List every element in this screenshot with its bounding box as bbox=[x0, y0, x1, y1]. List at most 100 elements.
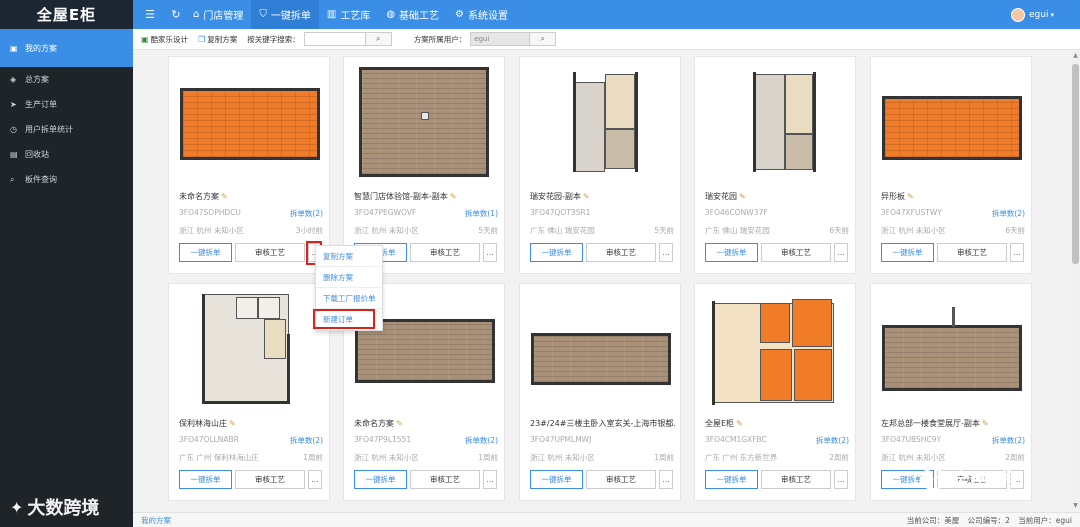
breadcrumb[interactable]: 我的方案 bbox=[141, 515, 171, 526]
refresh-icon[interactable]: ↻ bbox=[167, 8, 185, 21]
floorplan-thumbnail[interactable] bbox=[174, 289, 324, 411]
more-button[interactable]: ... bbox=[659, 243, 673, 262]
card-code: 3FO47SOPHDCU bbox=[179, 208, 241, 217]
split-count-link[interactable]: 拆单数(2) bbox=[465, 435, 498, 446]
nav-system-settings[interactable]: ⚙ 系统设置 bbox=[447, 0, 516, 29]
one-click-split-button[interactable]: 一键拆单 bbox=[354, 470, 407, 489]
card-time: 5天前 bbox=[654, 226, 674, 235]
split-count-link[interactable]: 拆单数(2) bbox=[290, 435, 323, 446]
keyword-search-label: 按关键字搜索： bbox=[247, 34, 300, 44]
edit-icon[interactable]: ✎ bbox=[583, 192, 590, 201]
split-count-link[interactable]: 拆单数(2) bbox=[992, 435, 1025, 446]
edit-icon[interactable]: ✎ bbox=[450, 192, 457, 201]
floorplan-thumbnail[interactable] bbox=[876, 62, 1026, 184]
one-click-split-button[interactable]: 一键拆单 bbox=[881, 243, 934, 262]
floorplan-thumbnail[interactable] bbox=[700, 62, 850, 184]
sidebar-item-board-query[interactable]: ⌕ 板件查询 bbox=[0, 167, 133, 192]
menu-icon[interactable]: ☰ bbox=[141, 8, 159, 21]
scroll-up-icon[interactable]: ▲ bbox=[1072, 52, 1079, 60]
edit-icon[interactable]: ✎ bbox=[396, 419, 403, 428]
sidebar-item-production-orders[interactable]: ➤ 生产订单 bbox=[0, 92, 133, 117]
plan-card[interactable]: 保利林海山庄 ✎ 3FO47OLLNABR 拆单数(2) 广东 广州 保利林海山庄… bbox=[168, 283, 330, 501]
audit-process-button[interactable]: 审核工艺 bbox=[586, 243, 656, 262]
one-click-split-button[interactable]: 一键拆单 bbox=[530, 470, 583, 489]
more-button[interactable]: ... bbox=[483, 470, 497, 489]
scroll-down-icon[interactable]: ▼ bbox=[1072, 502, 1079, 510]
audit-process-button[interactable]: 审核工艺 bbox=[761, 243, 831, 262]
split-count-link[interactable]: 拆单数(2) bbox=[290, 208, 323, 219]
sidebar-item-my-plans[interactable]: ▣ 我的方案 bbox=[0, 29, 133, 67]
floorplan-thumbnail[interactable] bbox=[525, 289, 675, 411]
split-count-link[interactable]: 拆单数(2) bbox=[816, 435, 849, 446]
more-button[interactable]: ... bbox=[834, 243, 848, 262]
sidebar-item-recycle-bin[interactable]: ▤ 回收站 bbox=[0, 142, 133, 167]
audit-process-button[interactable]: 审核工艺 bbox=[235, 243, 305, 262]
edit-icon[interactable]: ✎ bbox=[221, 192, 228, 201]
plan-card[interactable]: 瑞安花园-副本 ✎ 3FO47QOT35R1 广东 佛山 瑞安花园 5天前 一键拆… bbox=[519, 56, 681, 274]
owner-input[interactable]: egui bbox=[470, 32, 531, 46]
app-logo[interactable]: 全屋E柜 bbox=[0, 0, 133, 29]
nav-one-click-split[interactable]: ⛉ 一键拆单 bbox=[251, 0, 319, 29]
floorplan-thumbnail[interactable] bbox=[349, 62, 499, 184]
one-click-split-button[interactable]: 一键拆单 bbox=[705, 470, 758, 489]
scroll-thumb[interactable] bbox=[1072, 64, 1079, 264]
palette-icon: ◍ bbox=[386, 9, 396, 20]
more-button[interactable]: ... bbox=[659, 470, 673, 489]
split-count-link[interactable]: 拆单数(2) bbox=[992, 208, 1025, 219]
floorplan-thumbnail[interactable] bbox=[700, 289, 850, 411]
edit-icon[interactable]: ✎ bbox=[736, 419, 743, 428]
keyword-search-input[interactable] bbox=[303, 32, 366, 46]
card-time: 1周前 bbox=[303, 453, 323, 462]
audit-process-button[interactable]: 审核工艺 bbox=[235, 470, 305, 489]
audit-process-button[interactable]: 审核工艺 bbox=[761, 470, 831, 489]
audit-process-button[interactable]: 审核工艺 bbox=[410, 470, 480, 489]
more-button[interactable]: ... bbox=[308, 470, 322, 489]
nav-basic-process[interactable]: ◍ 基础工艺 bbox=[378, 0, 447, 29]
card-title: 左邦总部一楼食堂展厅-副本 ✎ bbox=[881, 419, 989, 428]
floorplan-thumbnail[interactable] bbox=[876, 289, 1026, 411]
sidebar-item-all-plans[interactable]: ◈ 总方案 bbox=[0, 67, 133, 92]
kujiale-design-link[interactable]: ▣ 酷家乐设计 bbox=[141, 34, 188, 45]
edit-icon[interactable]: ✎ bbox=[739, 192, 746, 201]
copy-plan-link[interactable]: ❐ 复制方案 bbox=[198, 34, 237, 45]
plan-card[interactable]: 23#/24#三楼主卧入室玄关-上海市银都... 3FO47UPMLMWJ 浙江… bbox=[519, 283, 681, 501]
content-scrollbar[interactable]: ▲ ▼ bbox=[1071, 50, 1080, 512]
card-title: 异形板 ✎ bbox=[881, 192, 914, 201]
more-button[interactable]: ... bbox=[834, 470, 848, 489]
more-button[interactable]: ... bbox=[483, 243, 497, 262]
home-icon: ⌂ bbox=[193, 9, 200, 20]
menu-item-download-factory-quote[interactable]: 下载工厂报价单 bbox=[316, 288, 382, 309]
user-menu[interactable]: egui ▾ bbox=[1011, 0, 1054, 29]
more-button[interactable]: ... bbox=[1010, 243, 1024, 262]
nav-process-library[interactable]: ▥ 工艺库 bbox=[319, 0, 378, 29]
one-click-split-button[interactable]: 一键拆单 bbox=[179, 470, 232, 489]
watermark-right: ◔◔ 全屋E柜 bbox=[920, 466, 1018, 492]
menu-item-delete-plan[interactable]: 删除方案 bbox=[316, 267, 382, 288]
audit-process-button[interactable]: 审核工艺 bbox=[586, 470, 656, 489]
edit-icon[interactable]: ✎ bbox=[229, 419, 236, 428]
audit-process-button[interactable]: 审核工艺 bbox=[937, 243, 1007, 262]
card-code: 3FO47P9L1551 bbox=[354, 435, 412, 444]
menu-item-copy-plan[interactable]: 复制方案 bbox=[316, 246, 382, 267]
plan-card[interactable]: 瑞安花园 ✎ 3FO46CONW37F 广东 佛山 瑞安花园 6天前 一键拆单 审… bbox=[694, 56, 856, 274]
nav-store-management[interactable]: ⌂ 门店管理 bbox=[185, 0, 251, 29]
one-click-split-button[interactable]: 一键拆单 bbox=[530, 243, 583, 262]
one-click-split-button[interactable]: 一键拆单 bbox=[705, 243, 758, 262]
floorplan-thumbnail[interactable] bbox=[174, 62, 324, 184]
split-count-link[interactable]: 拆单数(1) bbox=[465, 208, 498, 219]
plan-card[interactable]: 智慧门店体验馆-副本-副本 ✎ 3FO47PEGWOVF 拆单数(1) 浙江 杭州… bbox=[343, 56, 505, 274]
sidebar: ▣ 我的方案 ◈ 总方案 ➤ 生产订单 ◷ 用户拆单统计 ▤ 回收站 ⌕ 板件查… bbox=[0, 29, 133, 527]
plan-card[interactable]: 全屋E柜 ✎ 3FO4CM1GXFBC 拆单数(2) 广东 广州 东方新世界 2周… bbox=[694, 283, 856, 501]
plan-card[interactable]: 异形板 ✎ 3FO47XFUSTWY 拆单数(2) 浙江 杭州 未知小区 6天前 … bbox=[870, 56, 1032, 274]
one-click-split-button[interactable]: 一键拆单 bbox=[179, 243, 232, 262]
copy-icon: ❐ bbox=[198, 34, 206, 44]
sidebar-item-user-split-stats[interactable]: ◷ 用户拆单统计 bbox=[0, 117, 133, 142]
owner-search-button[interactable]: ⌕ bbox=[530, 32, 557, 46]
audit-process-button[interactable]: 审核工艺 bbox=[410, 243, 480, 262]
card-code: 3FO4CM1GXFBC bbox=[705, 435, 767, 444]
floorplan-thumbnail[interactable] bbox=[525, 62, 675, 184]
keyword-search-button[interactable]: ⌕ bbox=[365, 32, 392, 46]
edit-icon[interactable]: ✎ bbox=[982, 419, 989, 428]
card-location: 浙江 杭州 未知小区 bbox=[354, 226, 419, 235]
edit-icon[interactable]: ✎ bbox=[907, 192, 914, 201]
